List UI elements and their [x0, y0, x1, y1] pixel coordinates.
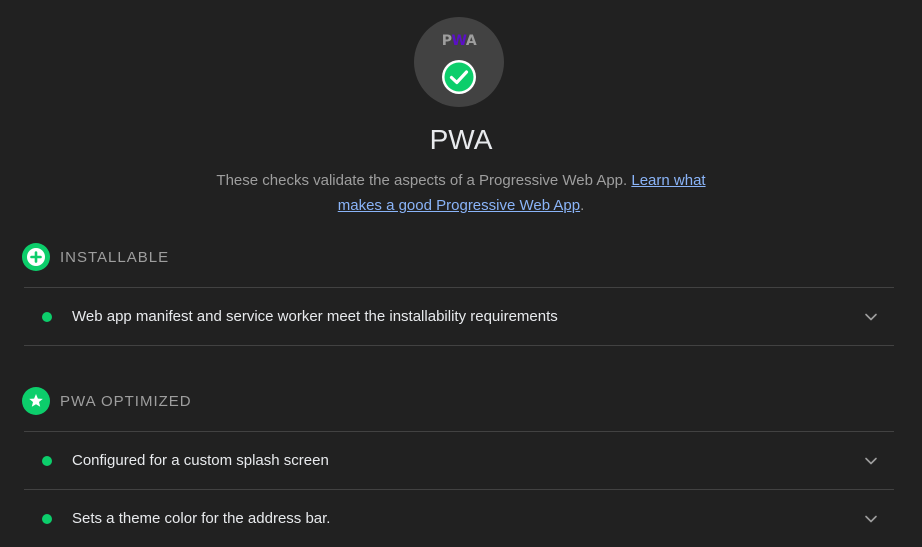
chevron-down-icon[interactable]	[864, 512, 878, 526]
category-description: These checks validate the aspects of a P…	[216, 172, 706, 214]
plus-circle-icon	[22, 243, 50, 271]
category-title: PWA	[429, 124, 493, 155]
audit-installable-manifest[interactable]: Web app manifest and service worker meet…	[24, 287, 894, 346]
group-title-pwa-optimized: PWA OPTIMIZED	[60, 392, 192, 410]
pwa-score-badge: PWA	[414, 17, 504, 107]
group-title-installable: INSTALLABLE	[60, 248, 170, 266]
star-circle-icon	[22, 387, 50, 415]
audit-theme-color[interactable]: Sets a theme color for the address bar.	[24, 489, 894, 547]
audit-label: Sets a theme color for the address bar.	[72, 510, 331, 527]
audit-splash-screen[interactable]: Configured for a custom splash screen	[24, 431, 894, 489]
pass-indicator	[42, 311, 52, 322]
chevron-down-icon[interactable]	[864, 454, 878, 468]
check-circle-icon	[442, 60, 476, 94]
audit-label: Web app manifest and service worker meet…	[72, 308, 558, 325]
group-header-pwa-optimized: PWA OPTIMIZED	[22, 387, 192, 415]
pwa-category: PWA PWA These checks validate the aspect…	[0, 0, 922, 547]
pwa-logo: PWA	[441, 33, 477, 49]
audit-label: Configured for a custom splash screen	[72, 452, 329, 469]
chevron-down-icon[interactable]	[864, 310, 878, 324]
pass-indicator	[42, 455, 52, 466]
pass-indicator	[42, 513, 52, 524]
group-header-installable: INSTALLABLE	[22, 243, 169, 271]
